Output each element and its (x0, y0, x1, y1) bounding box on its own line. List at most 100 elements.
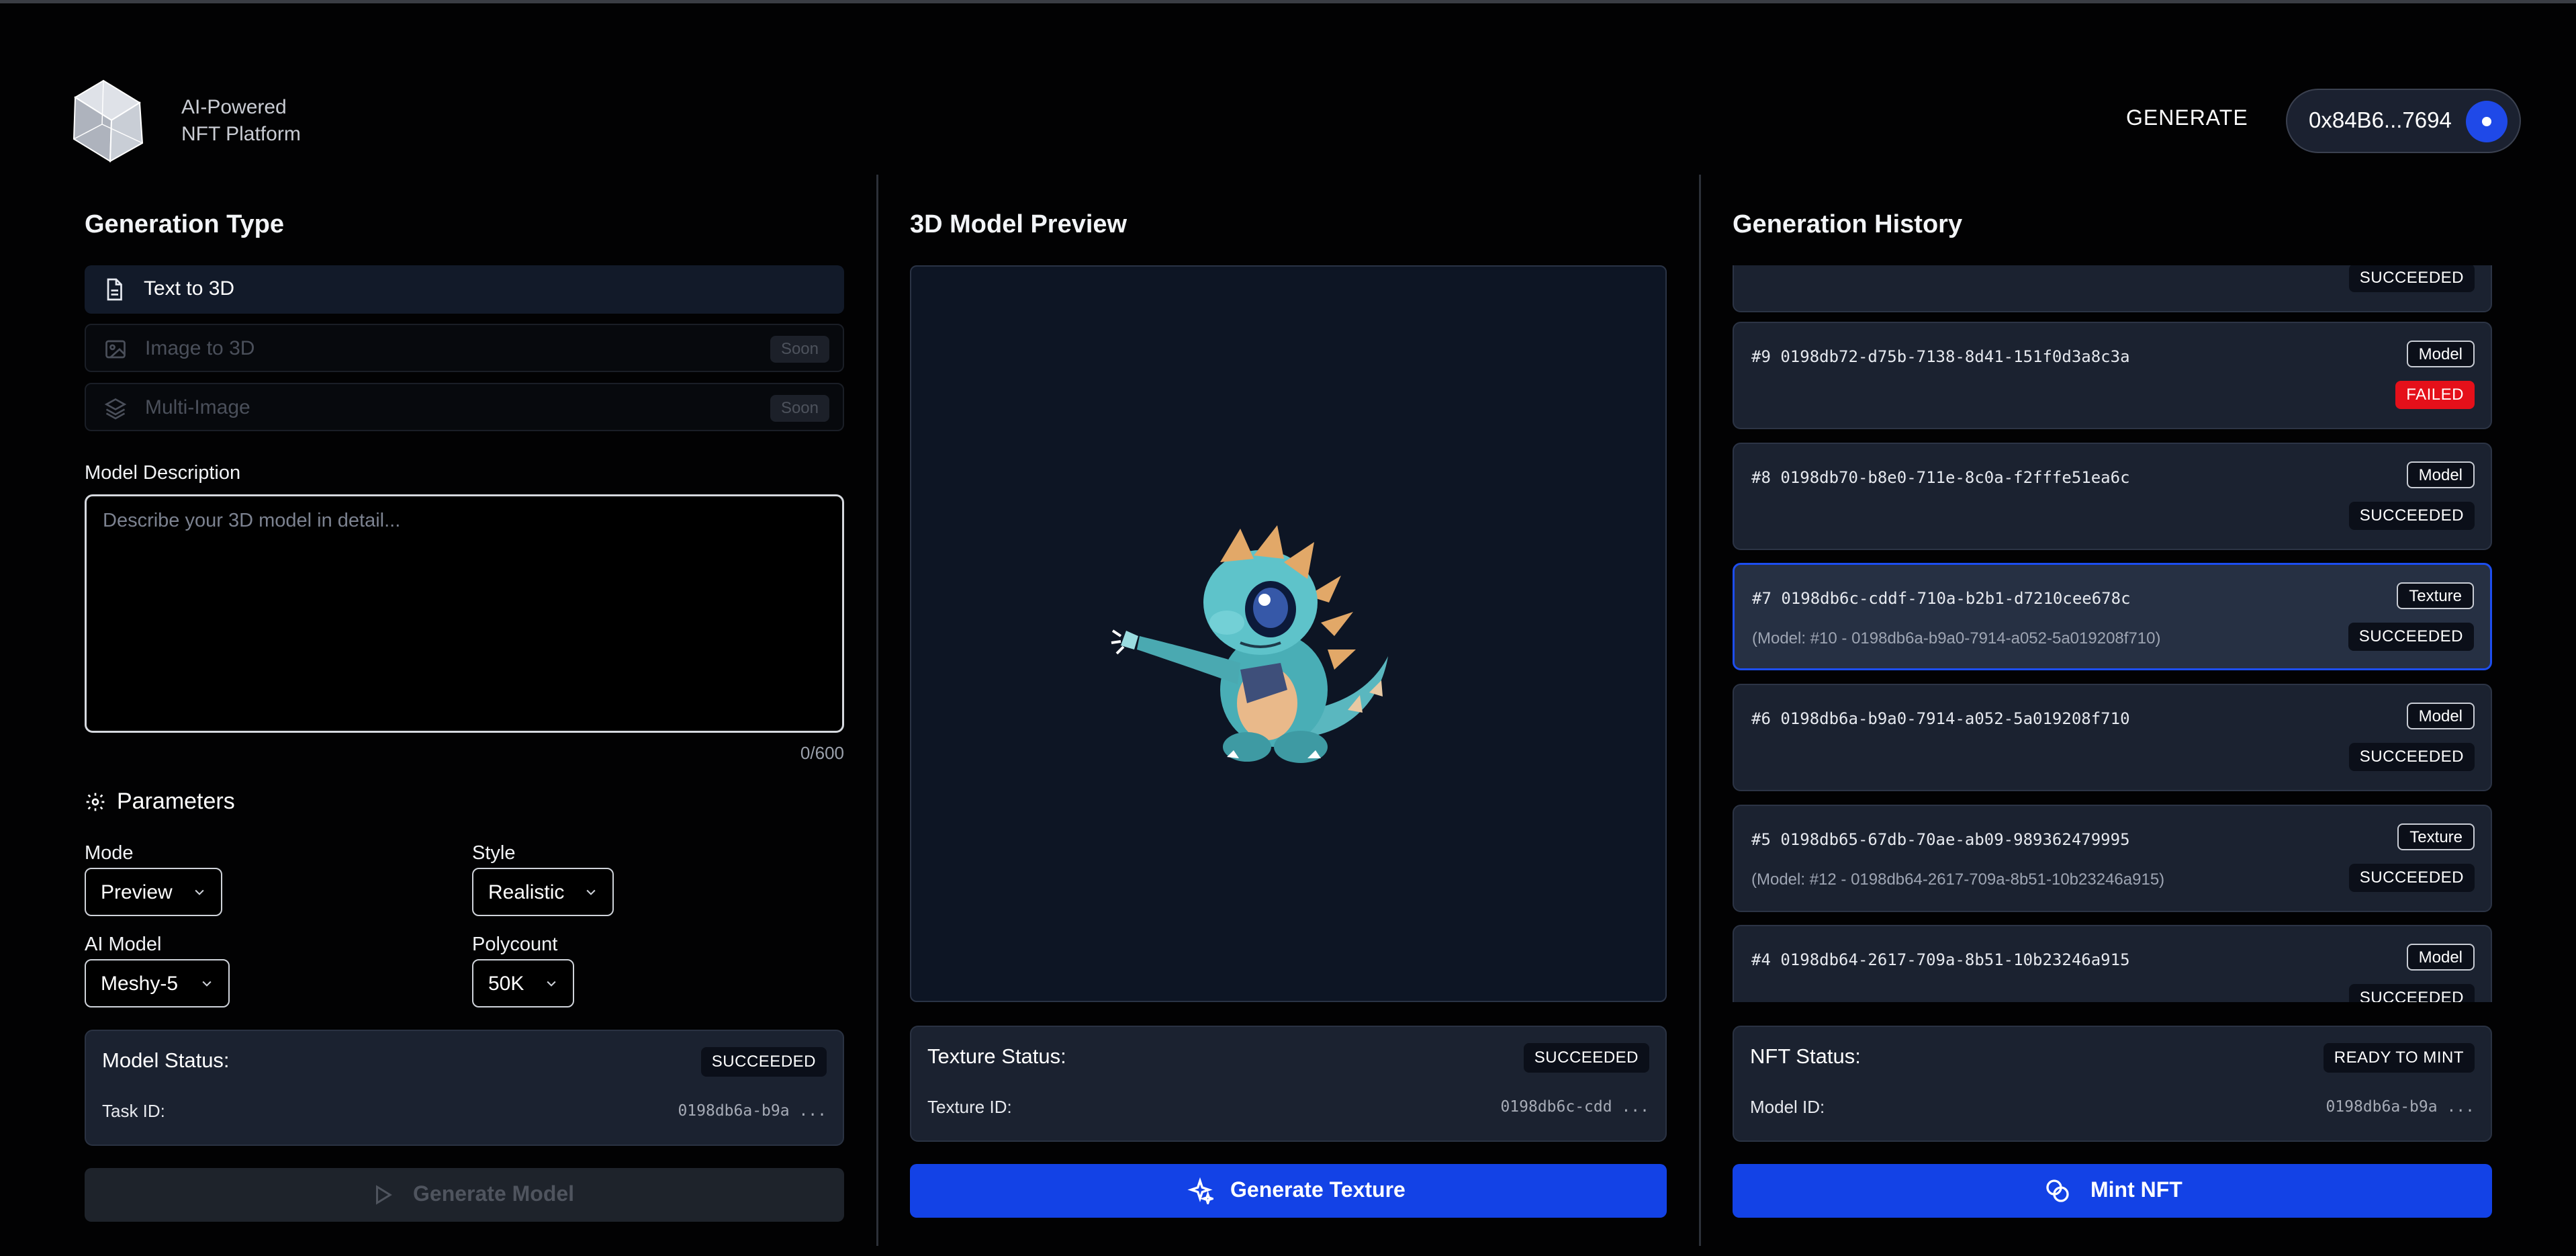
style-select[interactable]: Realistic (472, 868, 614, 916)
history-item-source: (Model: #10 - 0198db6a-b9a0-7914-a052-5a… (1752, 629, 2161, 647)
generation-type-title: Generation Type (85, 210, 285, 238)
brand-text: AI-Powered NFT Platform (181, 94, 301, 148)
history-item[interactable]: SUCCEEDED (1733, 265, 2492, 312)
ai-model-select[interactable]: Meshy-5 (85, 959, 230, 1007)
polycount-select[interactable]: 50K (472, 959, 574, 1007)
history-item[interactable]: #6 0198db6a-b9a0-7914-a052-5a019208f710 … (1733, 684, 2492, 791)
history-item-source: (Model: #12 - 0198db64-2617-709a-8b51-10… (1751, 870, 2165, 889)
mode-label: Mode (85, 842, 134, 864)
texture-id-label: Texture ID: (927, 1097, 1012, 1117)
char-counter: 0/600 (800, 743, 844, 763)
status-badge: SUCCEEDED (1523, 1043, 1649, 1073)
wallet-address: 0x84B6...7694 (2309, 107, 2452, 132)
type-badge: Model (2406, 461, 2475, 488)
model-id-label: Model ID: (1750, 1097, 1825, 1117)
history-item-id: #4 0198db64-2617-709a-8b51-10b23246a915 (1751, 950, 2130, 969)
model-status-card: Model Status: SUCCEEDED Task ID: 0198db6… (85, 1030, 844, 1146)
sparkles-icon (1187, 1177, 1213, 1204)
cube-logo-icon (73, 79, 144, 163)
option-label: Multi-Image (145, 396, 250, 418)
model-description-label: Model Description (85, 462, 241, 484)
parameters-title: Parameters (117, 789, 235, 814)
description-placeholder: Describe your 3D model in detail... (103, 510, 401, 531)
generate-model-button[interactable]: Generate Model (85, 1168, 844, 1222)
chevron-down-icon (195, 889, 204, 895)
history-item[interactable]: #9 0198db72-d75b-7138-8d41-151f0d3a8c3a … (1733, 322, 2492, 429)
generate-texture-button[interactable]: Generate Texture (910, 1164, 1667, 1218)
texture-id-value: 0198db6c-cdd ... (1500, 1098, 1649, 1116)
history-item-id: #9 0198db72-d75b-7138-8d41-151f0d3a8c3a (1751, 347, 2130, 366)
type-badge: Model (2406, 703, 2475, 729)
soon-badge: Soon (770, 395, 829, 422)
brand-line-2: NFT Platform (181, 123, 301, 145)
mint-nft-label: Mint NFT (2090, 1177, 2182, 1202)
wallet-status-icon (2466, 101, 2508, 142)
mint-nft-button[interactable]: Mint NFT (1733, 1164, 2492, 1218)
option-image-to-3d: Image to 3D Soon (85, 324, 844, 372)
history-list[interactable]: SUCCEEDED #9 0198db72-d75b-7138-8d41-151… (1733, 265, 2492, 1002)
generate-model-label: Generate Model (413, 1181, 575, 1206)
column-divider (1699, 175, 1701, 1246)
status-badge: SUCCEEDED (2348, 265, 2475, 292)
status-badge: SUCCEEDED (2348, 743, 2475, 771)
coins-icon (2046, 1179, 2069, 1202)
generate-texture-label: Generate Texture (1230, 1177, 1406, 1202)
chevron-down-icon (547, 981, 556, 987)
chevron-down-icon (586, 889, 596, 895)
option-label: Image to 3D (145, 337, 255, 359)
option-text-to-3d[interactable]: Text to 3D (85, 265, 844, 314)
image-icon (105, 340, 126, 359)
model-id-value: 0198db6a-b9a ... (2326, 1098, 2475, 1116)
play-icon (376, 1185, 392, 1205)
model-preview-viewport[interactable] (910, 265, 1667, 1002)
ai-model-label: AI Model (85, 934, 162, 955)
history-item-id: #7 0198db6c-cddf-710a-b2b1-d7210cee678c (1752, 589, 2131, 608)
mode-value: Preview (101, 881, 173, 903)
model-status-title: Model Status: (102, 1048, 230, 1072)
history-item[interactable]: #8 0198db70-b8e0-711e-8c0a-f2fffe51ea6c … (1733, 443, 2492, 550)
nav-generate-link[interactable]: GENERATE (2126, 105, 2248, 130)
type-badge: Texture (2397, 823, 2475, 850)
status-badge: SUCCEEDED (2348, 623, 2474, 651)
texture-status-card: Texture Status: SUCCEEDED Texture ID: 01… (910, 1026, 1667, 1142)
history-item[interactable]: #5 0198db65-67db-70ae-ab09-989362479995 … (1733, 805, 2492, 912)
layers-icon (104, 398, 127, 420)
history-item-id: #5 0198db65-67db-70ae-ab09-989362479995 (1751, 830, 2130, 849)
window-top-border (0, 0, 2576, 3)
status-badge: SUCCEEDED (2348, 984, 2475, 1002)
nft-status-title: NFT Status: (1750, 1044, 1861, 1068)
history-item[interactable]: #4 0198db64-2617-709a-8b51-10b23246a915 … (1733, 925, 2492, 1002)
type-badge: Texture (2397, 582, 2474, 609)
style-value: Realistic (488, 881, 565, 903)
option-multi-image: Multi-Image Soon (85, 383, 844, 431)
polycount-label: Polycount (472, 934, 558, 955)
option-label: Text to 3D (144, 277, 235, 300)
model-description-input[interactable]: Describe your 3D model in detail... (85, 494, 844, 733)
chevron-down-icon (202, 981, 212, 987)
brand-line-1: AI-Powered (181, 96, 287, 118)
texture-status-title: Texture Status: (927, 1044, 1066, 1068)
status-badge: SUCCEEDED (2348, 864, 2475, 892)
polycount-value: 50K (488, 973, 524, 995)
column-divider (876, 175, 878, 1246)
mode-select[interactable]: Preview (85, 868, 222, 916)
wallet-button[interactable]: 0x84B6...7694 (2286, 89, 2521, 153)
history-title: Generation History (1733, 210, 1963, 238)
nft-status-card: NFT Status: READY TO MINT Model ID: 0198… (1733, 1026, 2492, 1142)
type-badge: Model (2406, 944, 2475, 971)
style-label: Style (472, 842, 516, 864)
history-item-id: #8 0198db70-b8e0-711e-8c0a-f2fffe51ea6c (1751, 468, 2130, 487)
dragon-model-image (1111, 525, 1388, 763)
status-badge: SUCCEEDED (700, 1047, 827, 1077)
type-badge: Model (2406, 341, 2475, 367)
status-badge: READY TO MINT (2323, 1043, 2475, 1073)
preview-title: 3D Model Preview (910, 210, 1128, 238)
history-item-selected[interactable]: #7 0198db6c-cddf-710a-b2b1-d7210cee678c … (1733, 563, 2492, 670)
document-icon (107, 278, 122, 301)
status-badge: FAILED (2395, 381, 2475, 409)
ai-model-value: Meshy-5 (101, 973, 179, 995)
task-id-value: 0198db6a-b9a ... (678, 1102, 827, 1120)
history-item-id: #6 0198db6a-b9a0-7914-a052-5a019208f710 (1751, 709, 2130, 728)
soon-badge: Soon (770, 336, 829, 363)
status-badge: SUCCEEDED (2348, 502, 2475, 530)
